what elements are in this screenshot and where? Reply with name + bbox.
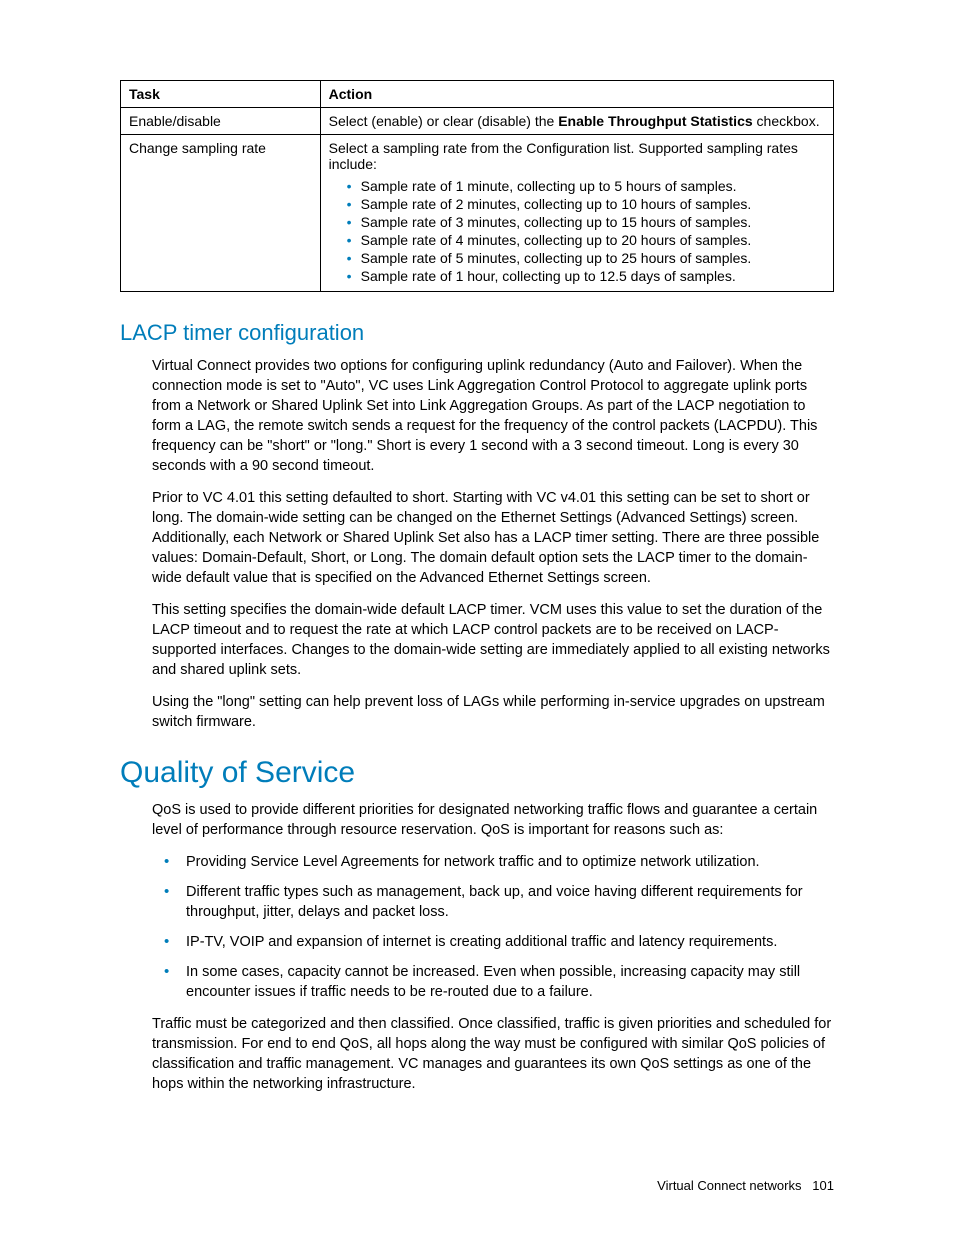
list-item: Providing Service Level Agreements for n… [152,852,834,872]
th-action: Action [320,81,833,108]
list-item: Sample rate of 3 minutes, collecting up … [347,214,825,230]
qos-bullet-list: Providing Service Level Agreements for n… [152,852,834,1002]
page-footer: Virtual Connect networks 101 [657,1178,834,1193]
list-item: IP-TV, VOIP and expansion of internet is… [152,932,834,952]
table-header-row: Task Action [121,81,834,108]
list-item: Sample rate of 1 minute, collecting up t… [347,178,825,194]
sampling-rate-list: Sample rate of 1 minute, collecting up t… [329,178,825,284]
list-item: Sample rate of 1 hour, collecting up to … [347,268,825,284]
list-item: Sample rate of 5 minutes, collecting up … [347,250,825,266]
action-text-pre: Select (enable) or clear (disable) the [329,113,559,129]
heading-lacp: LACP timer configuration [120,320,834,346]
action-text-post: checkbox. [753,113,820,129]
cell-action: Select a sampling rate from the Configur… [320,135,833,292]
action-intro: Select a sampling rate from the Configur… [329,140,798,172]
cell-task: Enable/disable [121,108,321,135]
footer-page-number: 101 [812,1178,834,1193]
list-item: Different traffic types such as manageme… [152,882,834,922]
paragraph: This setting specifies the domain-wide d… [152,600,834,680]
action-text-bold: Enable Throughput Statistics [558,113,752,129]
list-item: Sample rate of 2 minutes, collecting up … [347,196,825,212]
heading-qos: Quality of Service [120,756,834,790]
footer-section: Virtual Connect networks [657,1178,801,1193]
cell-action: Select (enable) or clear (disable) the E… [320,108,833,135]
paragraph: Prior to VC 4.01 this setting defaulted … [152,488,834,588]
paragraph: Virtual Connect provides two options for… [152,356,834,476]
list-item: In some cases, capacity cannot be increa… [152,962,834,1002]
table-row: Enable/disable Select (enable) or clear … [121,108,834,135]
page: Task Action Enable/disable Select (enabl… [0,0,954,1235]
task-action-table: Task Action Enable/disable Select (enabl… [120,80,834,292]
paragraph: Using the "long" setting can help preven… [152,692,834,732]
paragraph: QoS is used to provide different priorit… [152,800,834,840]
table-row: Change sampling rate Select a sampling r… [121,135,834,292]
paragraph: Traffic must be categorized and then cla… [152,1014,834,1094]
th-task: Task [121,81,321,108]
cell-task: Change sampling rate [121,135,321,292]
list-item: Sample rate of 4 minutes, collecting up … [347,232,825,248]
